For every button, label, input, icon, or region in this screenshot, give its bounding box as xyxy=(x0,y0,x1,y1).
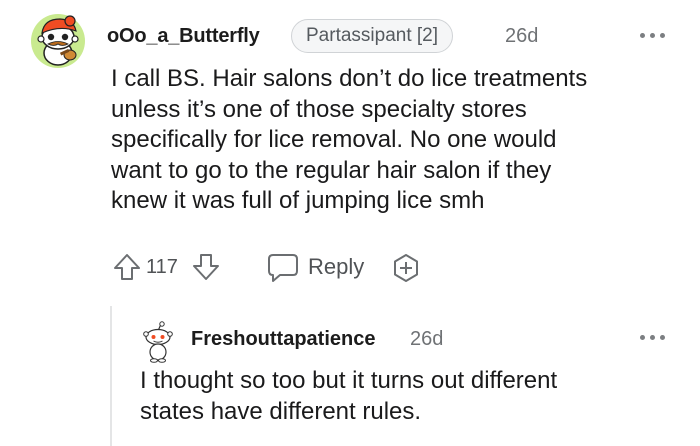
avatar[interactable] xyxy=(30,13,86,69)
comment-text-line: knew it was full of jumping lice smh xyxy=(111,187,485,214)
comment-bubble-icon xyxy=(268,254,298,282)
comment-text-line: I thought so too but it turns out differ… xyxy=(140,367,558,394)
avatar[interactable] xyxy=(143,321,173,363)
comment-text-line: unless it’s one of those specialty store… xyxy=(111,95,527,123)
comment-text-line: I call BS. Hair salons don’t do lice tre… xyxy=(111,65,588,92)
more-options-icon[interactable] xyxy=(640,333,666,341)
reply-label: Reply xyxy=(308,254,365,279)
upvote-button[interactable] xyxy=(111,251,143,283)
snoo-avatar-orange-icon xyxy=(31,14,85,68)
reply-button[interactable]: Reply xyxy=(266,248,364,286)
comment-body: I thought so too but it turns out differ… xyxy=(140,366,680,427)
user-flair-badge: Partassipant [2] xyxy=(291,19,454,53)
award-button[interactable] xyxy=(390,252,422,284)
award-plus-icon xyxy=(394,254,418,282)
username[interactable]: oOo_a_Butterfly xyxy=(107,25,260,48)
snoo-avatar-default-icon xyxy=(143,321,173,363)
username[interactable]: Freshouttapatience xyxy=(191,328,375,351)
timestamp[interactable]: 26d xyxy=(505,25,538,48)
downvote-arrow-icon xyxy=(193,254,219,280)
comment-text-line: specifically for lice removal. No one wo… xyxy=(111,126,557,153)
comment-body: I call BS. Hair salons don’t do lice tre… xyxy=(111,64,691,217)
more-options-icon[interactable] xyxy=(640,31,666,39)
comment-text-line: want to go to the regular hair salon if … xyxy=(111,156,552,184)
timestamp[interactable]: 26d xyxy=(410,328,443,351)
downvote-button[interactable] xyxy=(190,251,222,283)
thread-collapse-line[interactable] xyxy=(110,306,112,446)
vote-score: 117 xyxy=(146,256,178,278)
comment-text-line: states have different rules. xyxy=(140,397,422,425)
upvote-arrow-icon xyxy=(114,254,140,280)
